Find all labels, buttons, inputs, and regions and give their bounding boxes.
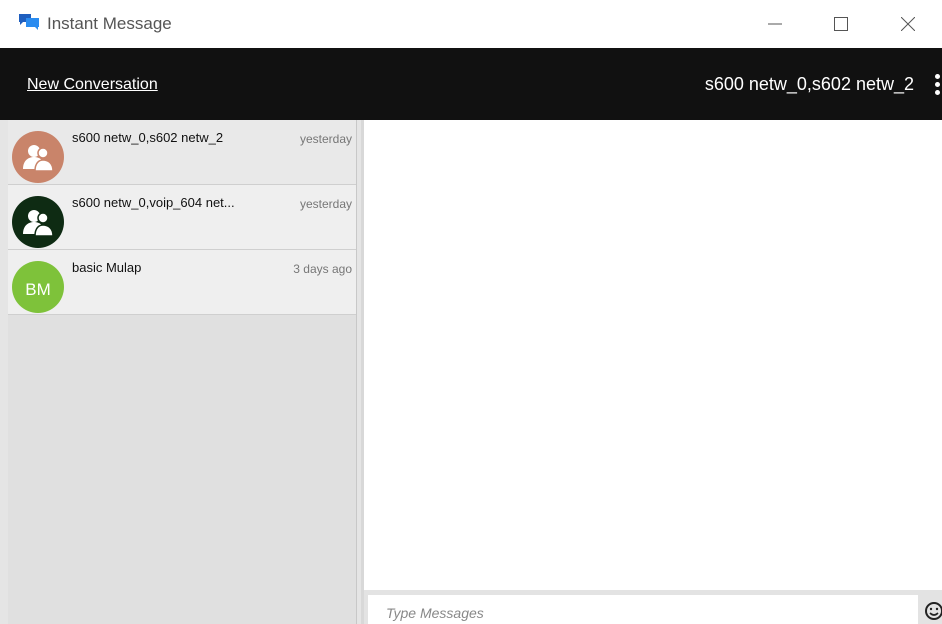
maximize-button[interactable] <box>819 0 863 48</box>
conversation-item[interactable]: s600 netw_0,s602 netw_2 yesterday <box>8 120 356 185</box>
conversation-time: yesterday <box>299 132 352 146</box>
close-icon <box>901 17 915 31</box>
conversation-list: s600 netw_0,s602 netw_2 yesterday s600 n… <box>0 120 362 624</box>
message-input[interactable] <box>368 595 918 624</box>
more-options-icon[interactable] <box>935 74 942 96</box>
avatar: BM <box>12 261 64 313</box>
chat-bubbles-icon <box>19 14 39 30</box>
conversation-time: 3 days ago <box>293 262 352 276</box>
group-icon <box>23 210 54 237</box>
conversation-list-panel: s600 netw_0,s602 netw_2 yesterday s600 n… <box>8 120 357 624</box>
conversation-time: yesterday <box>299 197 352 211</box>
window-title: Instant Message <box>47 14 172 33</box>
avatar-initials: BM <box>25 280 51 299</box>
avatar <box>12 196 64 248</box>
message-area <box>364 120 942 590</box>
conversation-header: New Conversation s600 netw_0,s602 netw_2 <box>0 48 942 120</box>
new-conversation-link[interactable]: New Conversation <box>27 76 158 94</box>
avatar <box>12 131 64 183</box>
minimize-button[interactable] <box>753 0 797 48</box>
group-icon <box>23 145 54 172</box>
conversation-item[interactable]: BM basic Mulap 3 days ago <box>8 250 356 315</box>
close-button[interactable] <box>886 0 930 48</box>
window-titlebar: Instant Message <box>0 0 942 48</box>
conversation-name: s600 netw_0,voip_604 net... <box>72 195 235 210</box>
conversation-name: s600 netw_0,s602 netw_2 <box>72 130 224 145</box>
minimize-icon <box>768 23 782 25</box>
active-conversation-title: s600 netw_0,s602 netw_2 <box>704 74 914 94</box>
conversation-name: basic Mulap <box>72 260 142 275</box>
conversation-item[interactable]: s600 netw_0,voip_604 net... yesterday <box>8 185 356 250</box>
maximize-icon <box>834 17 848 31</box>
emoji-icon[interactable] <box>922 598 942 624</box>
